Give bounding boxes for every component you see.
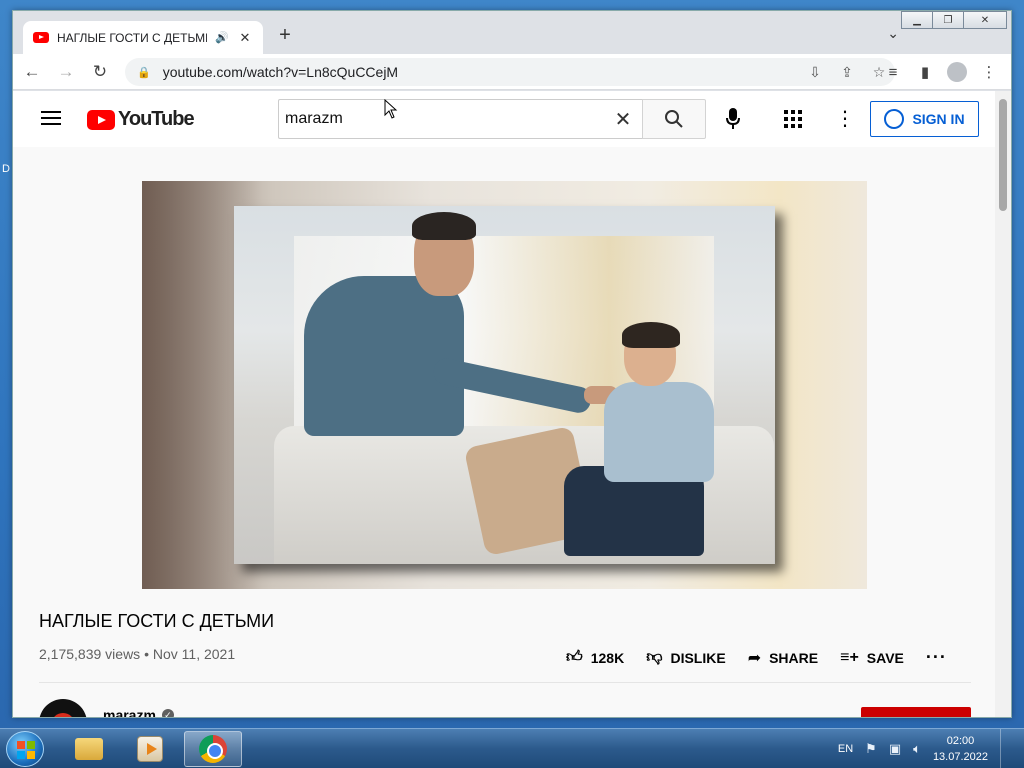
search-box[interactable]: ✕ [278,99,643,139]
account-icon [884,109,905,129]
browser-tab-active[interactable]: НАГЛЫЕ ГОСТИ С ДЕТЬМИ 🔊 ✕ [23,21,263,54]
taskbar-chrome[interactable] [184,731,242,767]
close-window-button[interactable]: ✕ [963,11,1007,29]
video-player[interactable] [142,181,867,589]
forward-button[interactable]: → [51,57,81,87]
search-input[interactable] [285,110,603,128]
channel-avatar[interactable] [39,699,87,717]
share-label: SHARE [769,649,819,666]
upload-date: Nov 11, 2021 [152,646,236,662]
sign-in-label: SIGN IN [912,111,965,127]
search-button[interactable] [642,99,706,139]
verified-check-icon: ✓ [161,709,174,717]
clock-time: 02:00 [946,735,975,747]
video-meta: 2,175,839 views • Nov 11, 2021 [39,646,236,662]
chrome-icon [199,735,227,763]
clock-date: 13.07.2022 [932,751,988,763]
voice-search-button[interactable] [721,107,745,131]
youtube-play-icon [87,109,115,130]
profile-avatar[interactable] [943,58,971,86]
browser-menu-icon[interactable]: ⋮ [975,58,1003,86]
clock[interactable]: 02:00 13.07.2022 [933,733,988,765]
youtube-page: YouTube ✕ ⋮ SIGN IN [13,91,997,718]
taskbar: EN ⚑ ▣ 🔈︎ 02:00 13.07.2022 [0,728,1024,768]
desktop-icon-fragment: D [2,163,10,175]
flag-icon[interactable]: ⚑ [865,741,877,757]
save-label: SAVE [866,649,904,666]
profile-icon [947,62,967,82]
address-bar[interactable]: 🔒 youtube.com/watch?v=Ln8cQuCCejM ⇩ ⇪ ☆ [125,58,895,86]
search-icon [665,110,683,128]
microphone-icon [726,108,740,129]
apps-grid-icon[interactable] [784,110,802,128]
start-button[interactable] [6,731,44,767]
media-player-icon [137,736,163,762]
minimize-button[interactable]: ▁ [901,11,933,29]
new-tab-button[interactable]: + [275,25,295,45]
settings-more-icon[interactable]: ⋮ [835,107,855,131]
install-app-icon[interactable]: ⇩ [799,64,831,81]
like-count: 128K [590,649,625,666]
browser-toolbar: ← → ↻ 🔒 youtube.com/watch?v=Ln8cQuCCejM … [13,54,1011,90]
scrollbar-thumb[interactable] [999,99,1007,211]
clear-search-icon[interactable]: ✕ [603,107,643,132]
page-scrollbar[interactable] [995,91,1011,717]
view-count: 2,175,839 views [39,646,141,662]
url-text[interactable]: youtube.com/watch?v=Ln8cQuCCejM [163,64,799,80]
taskbar-explorer[interactable] [60,731,118,767]
youtube-header: YouTube ✕ ⋮ SIGN IN [13,91,997,147]
back-button[interactable]: ← [17,57,47,87]
boy-figure [564,322,744,564]
language-indicator[interactable]: EN [838,743,853,755]
tab-title: НАГЛЫЕ ГОСТИ С ДЕТЬМИ [57,30,208,45]
like-button[interactable]: 👍︎ 128K [566,648,624,667]
dislike-button[interactable]: 👎︎ DISLIKE [646,648,725,667]
system-tray: EN ⚑ ▣ 🔈︎ 02:00 13.07.2022 [838,729,1024,768]
media-controls-icon[interactable]: ≡ [879,58,907,86]
video-frame [234,206,775,564]
folder-icon [75,738,103,760]
browser-window: НАГЛЫЕ ГОСТИ С ДЕТЬМИ 🔊 ✕ + ⌄ ▁ ❐ ✕ ← → … [12,10,1012,718]
dislike-label: DISLIKE [670,649,726,666]
share-arrow-icon: ➦ [747,649,762,667]
taskbar-media-player[interactable] [121,731,179,767]
tab-search-chevron-icon[interactable]: ⌄ [887,25,899,42]
subscribe-button[interactable]: SUBSCRIBE [861,707,971,717]
playlist-add-icon: ≡+ [840,648,859,666]
youtube-favicon-icon [33,32,49,43]
man-figure [284,212,618,436]
restore-button[interactable]: ❐ [932,11,964,29]
share-page-icon[interactable]: ⇪ [831,64,863,81]
side-panel-icon[interactable]: ▮ [911,58,939,86]
youtube-logo-text: YouTube [118,108,195,130]
hamburger-menu-icon[interactable] [41,111,61,125]
lock-icon[interactable]: 🔒 [137,66,151,79]
divider [39,682,971,683]
thumbs-down-icon: 👎︎ [646,649,663,666]
mouse-cursor-icon [384,98,398,124]
speaker-icon[interactable]: 🔊 [215,31,229,44]
video-actions: 👍︎ 128K 👎︎ DISLIKE ➦ SHARE ≡+ SAVE ··· [566,647,947,668]
video-title: НАГЛЫЕ ГОСТИ С ДЕТЬМИ [39,611,275,631]
network-icon[interactable]: ▣ [889,741,901,757]
windows-logo-icon [17,741,35,759]
reload-button[interactable]: ↻ [85,57,115,87]
tab-strip: НАГЛЫЕ ГОСТИ С ДЕТЬМИ 🔊 ✕ + ⌄ ▁ ❐ ✕ [13,11,1011,54]
more-actions-icon[interactable]: ··· [926,647,947,668]
show-desktop-button[interactable] [1000,729,1014,768]
volume-icon[interactable]: 🔈︎ [913,741,921,757]
window-controls: ▁ ❐ ✕ [901,11,1007,29]
sign-in-button[interactable]: SIGN IN [870,101,979,137]
youtube-logo[interactable]: YouTube [87,108,195,131]
channel-name-link[interactable]: marazm ✓ [103,707,174,718]
share-button[interactable]: ➦ SHARE [748,648,818,668]
channel-name: marazm [103,707,156,718]
save-button[interactable]: ≡+ SAVE [840,649,904,667]
close-tab-icon[interactable]: ✕ [237,30,253,46]
thumbs-up-icon: 👍︎ [566,649,583,666]
